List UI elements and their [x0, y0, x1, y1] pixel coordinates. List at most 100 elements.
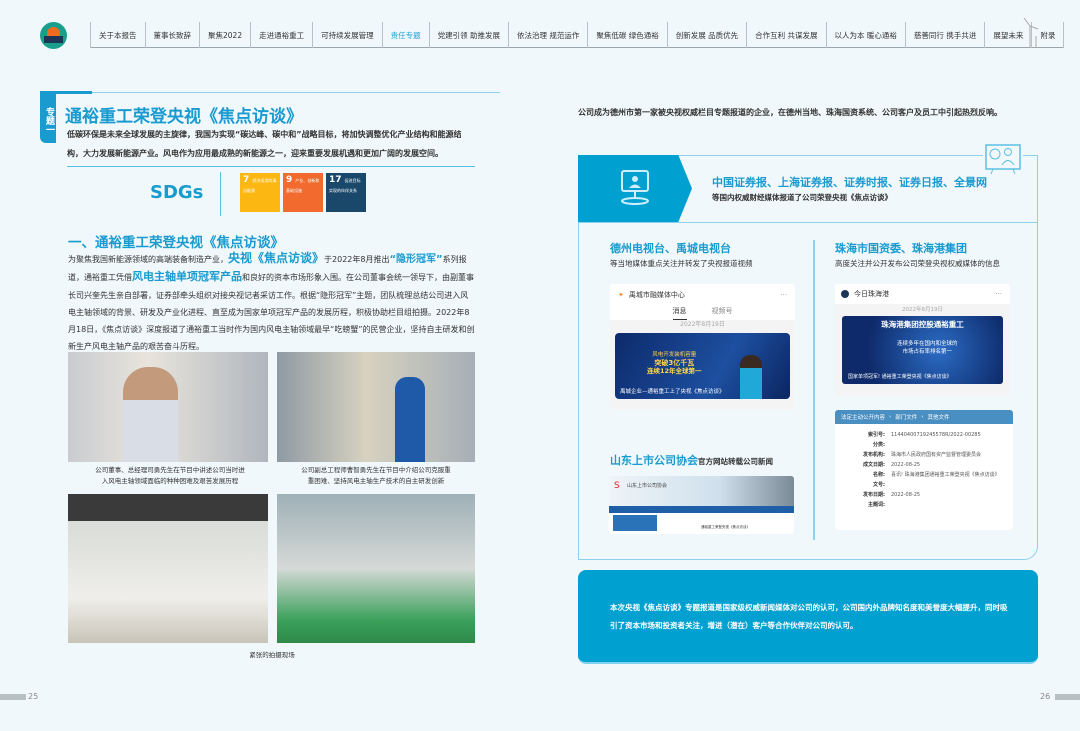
body-seg: 和良好的资本市场形象入围。在公司董事会统一领导下，由副董事长司兴奎先生亲自部署，…	[68, 273, 475, 352]
nav-item[interactable]: 走进通裕重工	[251, 22, 314, 48]
video-text: 突破3亿千瓦	[654, 359, 695, 367]
page-number: 26	[1040, 692, 1051, 701]
notice-field: 发布日期: 2022-08-25	[835, 490, 1013, 500]
government-notice: 法定主动公开内容 › 部门文件 › 其他文件 索引号: 11440400719245578…	[835, 410, 1013, 530]
notice-field: 成文日期: 2022-08-25	[835, 460, 1013, 470]
field-label: 成文日期:	[863, 462, 885, 468]
notice-field: 分类:	[835, 440, 1013, 450]
summary-panel: 本次央视《焦点访谈》专题报道是国家级权威新闻媒体对公司的认可，公司国内外品牌知名…	[578, 570, 1038, 664]
post-date: 2022年8月19日	[680, 321, 725, 328]
nav-item[interactable]: 关于本报告	[90, 22, 146, 48]
highlight: 央视《焦点访谈》	[228, 251, 325, 265]
chevron-right-icon: ›	[921, 414, 924, 420]
intro-text: 低碳环保是未来全球发展的主旋律，我国为实现“碳达峰、碳中和”战略目标，将加快调整…	[67, 130, 462, 158]
photo-caption: 公司董事、总经理司勇先生在节目中讲述公司当时进入风电主轴领域面临的种种困难及艰苦…	[95, 466, 245, 485]
zhuhai-screenshot: 今日珠海港 ··· 2022年8月19日 珠海港集团控股通裕重工 连续多年在国内和…	[835, 284, 1010, 396]
photo-caption: 紧张的拍摄现场	[249, 651, 295, 659]
video-text: 风电开发装机容量	[652, 352, 697, 358]
body-text: 为聚焦我国新能源领域的高端装备制造产业，央视《焦点访谈》于2022年8月推出“隐…	[68, 250, 476, 356]
dezhou-subtitle: 等当地媒体重点关注并转发了央视报道视频	[610, 259, 753, 268]
nav-item[interactable]: 聚焦2022	[200, 22, 252, 48]
app-name: 禹城市融媒体中心	[628, 291, 685, 299]
notice-field: 主题词:	[835, 500, 1013, 510]
breadcrumb-item[interactable]: 其他文件	[927, 413, 949, 421]
notice-fields: 索引号: 11440400719245578R/2022-00285 分类: 发布机构…	[835, 424, 1013, 510]
zhuhai-title: 珠海市国资委、珠海港集团	[835, 242, 967, 255]
topic-tab: 专题一	[40, 93, 56, 143]
field-label: 名称:	[873, 472, 885, 478]
page-title: 通裕重工荣登央视《焦点访谈》	[65, 107, 303, 127]
image-caption: 国家单项冠军! 通裕重工荣登央视《焦点访谈》	[848, 374, 952, 380]
sdgs-label: SDGs	[150, 182, 204, 203]
site-name: 山东上市公司协会	[627, 483, 668, 489]
shandong-website-screenshot: 山东上市公司协会 S 通裕重工荣登央视《焦点访谈》	[609, 476, 794, 534]
field-value: 2022-08-25	[891, 462, 921, 468]
nav-item[interactable]: 以人为本 暖心通裕	[827, 22, 906, 48]
field-value: 喜讯! 珠海港集团通裕重工荣登央视《焦点访谈》	[891, 472, 1000, 478]
shandong-title: 山东上市公司协会官方网站转载公司新闻	[610, 452, 773, 468]
sdg-17-icon: 17 促进目标实现的伙伴关系	[326, 173, 366, 212]
nav-item[interactable]: 责任专题	[383, 22, 430, 48]
sdg-7-icon: 7 经济适用的清洁能源	[240, 173, 280, 212]
field-label: 发布日期:	[863, 492, 885, 498]
header-rule	[40, 92, 500, 93]
highlight: 风电主轴单项冠军产品	[132, 270, 242, 284]
shandong-name: 山东上市公司协会	[610, 454, 698, 467]
company-logo	[40, 22, 67, 49]
notice-field: 文号:	[835, 480, 1013, 490]
highlight: “隐形冠军”	[389, 254, 443, 265]
tab-messages[interactable]: 消息	[672, 306, 687, 320]
field-value: 11440400719245578R/2022-00285	[891, 432, 981, 438]
nav-item[interactable]: 依法治理 规范运作	[509, 22, 589, 48]
field-label: 分类:	[873, 442, 885, 448]
sdg-icons: 7 经济适用的清洁能源 9 产业、创新和基础设施 17 促进目标实现的伙伴关系	[240, 173, 366, 212]
photo-caption: 公司副总工程师曹智勇先生在节目中介绍公司克服重重困难、坚持风电主轴生产技术的自主…	[301, 466, 451, 485]
sdg-9-icon: 9 产业、创新和基础设施	[283, 173, 323, 212]
right-intro: 公司成为德州市第一家被央视权威栏目专题报道的企业，在德州当地、珠海国资系统、公司…	[578, 108, 1002, 117]
news-image[interactable]: 珠海港集团控股通裕重工 连续多年在国内和全球的 市场占有率排名第一 国家单项冠军!…	[842, 316, 1003, 384]
field-label: 主题词:	[868, 502, 885, 508]
image-text: 连续多年在国内和全球的	[897, 341, 958, 347]
shandong-rest: 官方网站转载公司新闻	[698, 457, 773, 466]
banner-title: 中国证券报、上海证券报、证券时报、证券日报、全景网	[712, 176, 987, 189]
notice-field: 名称: 喜讯! 珠海港集团通裕重工荣登央视《焦点访谈》	[835, 470, 1013, 480]
tab-channels[interactable]: 视频号	[712, 306, 733, 320]
wind-turbine-icon	[1020, 17, 1040, 48]
tv-globe-icon	[983, 143, 1023, 175]
breadcrumb: 法定主动公开内容 › 部门文件 › 其他文件	[835, 410, 1013, 424]
video-caption: 禹城企业—通裕重工上了央视《焦点访谈》	[620, 389, 725, 395]
section-title: 一、通裕重工荣登央视《焦点访谈》	[68, 235, 284, 251]
summary-text: 本次央视《焦点访谈》专题报道是国家级权威新闻媒体对公司的认可，公司国内外品牌知名…	[610, 603, 1008, 630]
field-label: 文号:	[873, 482, 885, 488]
banner-subtitle: 等国内权威财经媒体报道了公司荣登央视《焦点访谈》	[712, 193, 892, 202]
sdg-number: 9	[286, 175, 293, 185]
photo-filming-showroom	[68, 494, 268, 643]
nav-item[interactable]: 董事长致辞	[146, 22, 200, 48]
notice-field: 发布机构: 珠海市人民政府国有资产监督管理委员会	[835, 450, 1013, 460]
field-label: 发布机构:	[863, 452, 885, 458]
nav-item[interactable]: 聚焦低碳 绿色通裕	[588, 22, 668, 48]
banner-chevron	[578, 155, 692, 222]
nav-item[interactable]: 慈善同行 携手共进	[906, 22, 986, 48]
nav-item[interactable]: 创新发展 品质优先	[668, 22, 748, 48]
sdgs-divider	[220, 172, 221, 216]
image-text: 市场占有率排名第一	[902, 349, 953, 355]
breadcrumb-item[interactable]: 法定主动公开内容	[841, 413, 885, 421]
image-title: 珠海港集团控股通裕重工	[881, 320, 964, 329]
field-label: 索引号:	[868, 432, 885, 438]
nav-item[interactable]: 党建引领 助推发展	[430, 22, 509, 48]
page-number: 25	[28, 692, 39, 701]
app-name: 今日珠海港	[854, 290, 889, 298]
divider	[67, 166, 475, 167]
nav-item[interactable]: 合作互利 共谋发展	[747, 22, 827, 48]
photo-interview-chief-engineer	[277, 352, 475, 462]
dezhou-screenshot: ✦ 禹城市融媒体中心 ··· 消息 视频号 2022年8月19日 风电开发装机容量 突破…	[610, 284, 795, 409]
page-marker	[1055, 694, 1080, 700]
video-text: 连续12年全球第一	[647, 367, 702, 375]
body-seg: 于2022年8月推出	[324, 255, 390, 264]
video-thumbnail[interactable]: 风电开发装机容量 突破3亿千瓦 连续12年全球第一 禹城企业—通裕重工上了央视《焦点…	[615, 333, 790, 399]
nav-item[interactable]: 可持续发展管理	[313, 22, 383, 48]
article-title[interactable]: 通裕重工荣登央视《焦点访谈》	[661, 515, 750, 531]
field-value: 2022-08-25	[891, 492, 921, 498]
breadcrumb-item[interactable]: 部门文件	[895, 413, 917, 421]
